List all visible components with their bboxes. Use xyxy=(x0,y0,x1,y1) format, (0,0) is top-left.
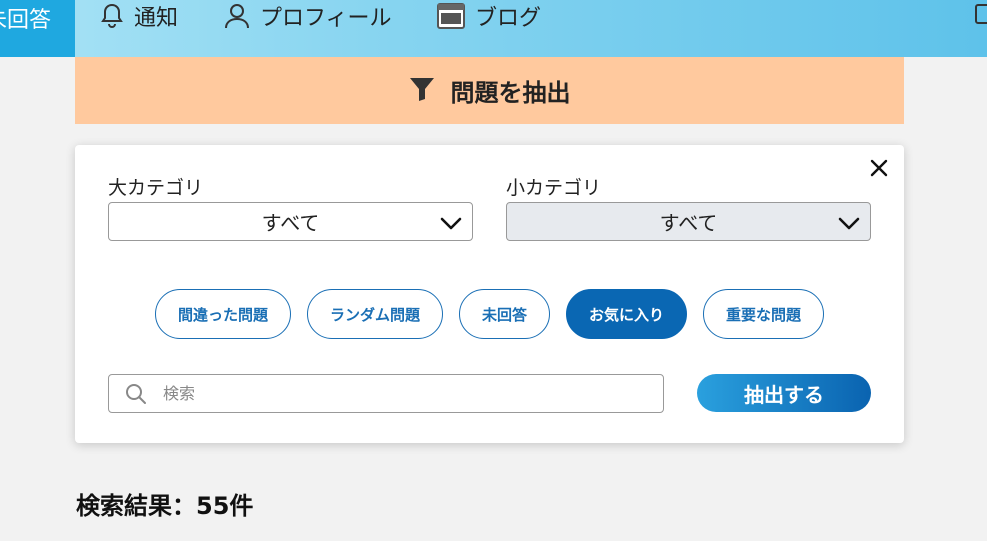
logout-icon[interactable] xyxy=(975,4,987,24)
search-field[interactable] xyxy=(108,374,664,413)
major-category-label: 大カテゴリ xyxy=(108,177,204,199)
filter-panel: 大カテゴリ すべて 小カテゴリ すべて 間違った問題 ランダム問題 未回答 お気… xyxy=(75,145,904,443)
nav-item-unanswered[interactable]: 未回答 xyxy=(0,0,75,57)
extract-banner[interactable]: 問題を抽出 xyxy=(75,57,904,124)
filter-icon xyxy=(409,76,435,106)
blog-icon xyxy=(437,3,465,29)
nav-item-notifications-label: 通知 xyxy=(134,6,179,31)
major-category-value: すべて xyxy=(261,211,320,235)
nav-item-profile[interactable]: プロフィール xyxy=(224,0,392,32)
user-icon xyxy=(224,3,250,29)
minor-category-select[interactable]: すべて xyxy=(506,202,871,241)
chevron-down-icon xyxy=(838,213,860,237)
filter-chip-group: 間違った問題 ランダム問題 未回答 お気に入り 重要な問題 xyxy=(75,289,904,339)
chip-unanswered[interactable]: 未回答 xyxy=(458,289,550,339)
bell-icon xyxy=(100,3,124,29)
search-result-count: 検索結果：55件 xyxy=(76,486,253,521)
chip-favorites[interactable]: お気に入り xyxy=(566,289,688,339)
banner-title: 問題を抽出 xyxy=(450,79,571,107)
result-label: 検索結果： xyxy=(76,492,196,520)
chip-random-questions[interactable]: ランダム問題 xyxy=(306,289,443,339)
chip-wrong-questions[interactable]: 間違った問題 xyxy=(154,289,291,339)
nav-item-blog-label: ブログ xyxy=(475,6,542,31)
nav-item-profile-label: プロフィール xyxy=(260,6,392,31)
nav-item-unanswered-label: 未回答 xyxy=(0,8,51,33)
nav-item-blog[interactable]: ブログ xyxy=(437,0,541,32)
close-icon[interactable] xyxy=(868,157,890,179)
major-category-select[interactable]: すべて xyxy=(108,202,473,241)
extract-button[interactable]: 抽出する xyxy=(697,374,871,412)
minor-category-value: すべて xyxy=(659,211,718,235)
result-count: 55件 xyxy=(196,492,254,520)
search-input[interactable] xyxy=(163,375,653,412)
top-navigation: 未回答 通知 プロフィール ブログ xyxy=(0,0,987,57)
chevron-down-icon xyxy=(440,213,462,237)
nav-item-notifications[interactable]: 通知 xyxy=(100,0,178,32)
chip-important-questions[interactable]: 重要な問題 xyxy=(703,289,825,339)
minor-category-label: 小カテゴリ xyxy=(506,177,602,199)
